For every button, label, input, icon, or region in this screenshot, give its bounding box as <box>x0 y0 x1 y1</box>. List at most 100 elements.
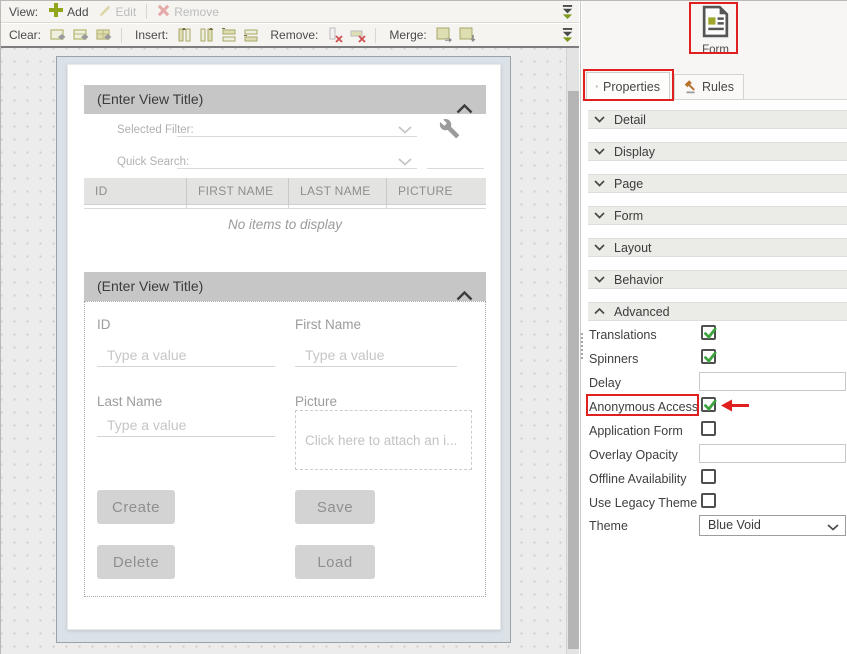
insert-column-right-button[interactable] <box>196 25 218 45</box>
merge-down-icon <box>459 27 476 42</box>
toolbar-separator <box>146 4 148 19</box>
remove-view-button[interactable]: Remove <box>152 2 224 22</box>
search-dropdown-chevron-icon[interactable] <box>398 153 412 171</box>
canvas-vertical-scrollbar[interactable] <box>566 48 579 654</box>
clear-table-icon <box>96 28 112 40</box>
filter-settings-wrench-icon[interactable] <box>439 118 460 144</box>
view-toolbar-label: View: <box>9 4 39 19</box>
section-detail[interactable]: Detail <box>588 110 847 129</box>
column-header[interactable]: PICTURE <box>387 178 486 204</box>
last-name-field-input[interactable] <box>97 413 275 437</box>
column-header[interactable]: FIRST NAME <box>187 178 289 204</box>
list-view-title: (Enter View Title) <box>97 91 204 107</box>
merge-down-button[interactable] <box>456 25 479 45</box>
clear-table-button[interactable] <box>93 26 116 45</box>
section-display[interactable]: Display <box>588 142 847 161</box>
tab-properties-label: Properties <box>603 79 660 94</box>
picture-attachment-box[interactable]: Click here to attach an i... <box>295 410 472 470</box>
selected-object[interactable]: Form <box>693 5 738 56</box>
insert-row-below-button[interactable] <box>240 25 262 45</box>
quick-search-input[interactable] <box>177 149 417 169</box>
use-legacy-theme-label: Use Legacy Theme <box>589 496 698 510</box>
insert-row-below-icon <box>244 29 258 42</box>
list-header-row[interactable]: ID FIRST NAME LAST NAME PICTURE <box>84 178 486 205</box>
overlay-opacity-input[interactable] <box>699 444 846 463</box>
remove-column-button[interactable] <box>324 25 347 45</box>
section-page[interactable]: Page <box>588 174 847 193</box>
section-advanced[interactable]: Advanced <box>588 302 847 321</box>
add-view-button[interactable]: Add <box>44 1 93 22</box>
application-form-checkbox[interactable] <box>701 421 716 436</box>
translations-label: Translations <box>589 328 657 342</box>
add-view-label: Add <box>67 4 89 19</box>
form-document-icon <box>702 5 729 38</box>
column-header[interactable]: LAST NAME <box>289 178 387 204</box>
form-design-canvas[interactable]: (Enter View Title) Selected Filter: Quic… <box>56 56 511 643</box>
edit-view-button[interactable]: Edit <box>94 2 142 22</box>
spinners-checkbox[interactable] <box>701 349 717 364</box>
panel-splitter-grip[interactable] <box>581 333 583 359</box>
tab-rules[interactable]: Rules <box>674 74 744 100</box>
remove-column-icon <box>329 27 344 43</box>
create-button[interactable]: Create <box>97 490 175 524</box>
insert-group-label: Insert: <box>135 28 169 42</box>
tab-properties[interactable]: Properties <box>586 72 670 100</box>
remove-row-button[interactable] <box>347 25 370 45</box>
load-button[interactable]: Load <box>295 545 375 579</box>
delete-button[interactable]: Delete <box>97 545 175 579</box>
id-field-input[interactable] <box>97 343 275 367</box>
remove-view-label: Remove <box>174 4 219 19</box>
theme-label: Theme <box>589 519 628 533</box>
rules-gavel-icon <box>684 79 695 93</box>
delay-input[interactable] <box>699 372 846 391</box>
application-form-label: Application Form <box>589 424 683 438</box>
offline-availability-checkbox[interactable] <box>701 469 716 484</box>
section-label: Detail <box>614 112 646 127</box>
clear-row-icon <box>73 28 89 40</box>
item-view-header[interactable]: (Enter View Title) <box>84 272 486 301</box>
remove-row-icon <box>350 30 367 43</box>
section-label: Display <box>614 144 655 159</box>
selected-object-label: Form <box>702 44 729 56</box>
theme-select[interactable]: Blue Void <box>699 515 846 536</box>
use-legacy-theme-checkbox[interactable] <box>701 493 716 508</box>
section-label: Layout <box>614 240 652 255</box>
item-view-title: (Enter View Title) <box>97 278 204 294</box>
first-name-field-input[interactable] <box>295 343 457 367</box>
picture-field-label: Picture <box>295 394 338 409</box>
anonymous-access-checkbox[interactable] <box>701 397 717 412</box>
column-header[interactable]: ID <box>84 178 187 204</box>
section-behavior[interactable]: Behavior <box>588 270 847 289</box>
clear-row-button[interactable] <box>70 26 93 45</box>
translations-checkbox[interactable] <box>701 325 717 340</box>
selected-filter-input[interactable] <box>177 117 417 137</box>
remove-x-icon <box>157 4 170 20</box>
first-name-field-label: First Name <box>295 317 362 332</box>
scrollbar-thumb[interactable] <box>568 91 579 649</box>
insert-row-above-button[interactable] <box>218 25 240 45</box>
section-layout[interactable]: Layout <box>588 238 847 257</box>
check-icon <box>704 399 717 412</box>
insert-row-above-icon <box>222 28 236 42</box>
toolbar-expand-button[interactable] <box>561 4 574 23</box>
form-surface[interactable]: (Enter View Title) Selected Filter: Quic… <box>67 64 501 630</box>
clear-contents-button[interactable] <box>47 26 70 45</box>
table-toolbar: Clear: Insert: Remove: Merge: <box>1 24 579 46</box>
offline-availability-label: Offline Availability <box>589 472 687 486</box>
section-label: Form <box>614 208 644 223</box>
insert-column-left-button[interactable] <box>174 25 196 45</box>
add-plus-icon <box>49 3 64 20</box>
section-label: Page <box>614 176 644 191</box>
list-view-header[interactable]: (Enter View Title) <box>84 85 486 114</box>
filter-dropdown-chevron-icon[interactable] <box>398 121 412 139</box>
clear-group-label: Clear: <box>9 28 42 42</box>
chevron-up-icon <box>594 308 605 315</box>
toolbar-expand-button-2[interactable] <box>561 27 574 46</box>
empty-list-message: No items to display <box>227 217 343 232</box>
toolbar-separator <box>375 27 377 43</box>
edit-pencil-icon <box>99 4 112 20</box>
section-form[interactable]: Form <box>588 206 847 225</box>
overlay-opacity-label: Overlay Opacity <box>589 448 678 462</box>
merge-right-button[interactable] <box>433 25 456 45</box>
save-button[interactable]: Save <box>295 490 375 524</box>
